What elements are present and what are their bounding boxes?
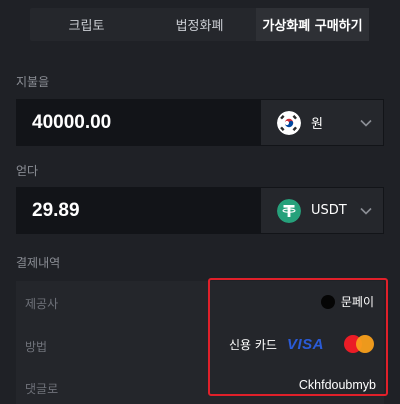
payment-details-title: 결제내역: [16, 256, 61, 270]
comment-label: 댓글로: [25, 382, 59, 396]
tab-crypto[interactable]: 크립토: [30, 8, 143, 41]
tether-icon: [277, 198, 301, 223]
pay-currency-code: 원: [311, 117, 323, 132]
chevron-down-icon: [355, 119, 377, 127]
receive-currency-select[interactable]: USDT: [261, 188, 383, 233]
pay-currency-select[interactable]: 원: [261, 100, 383, 145]
pay-input-row: 40000.00 원: [16, 99, 384, 146]
receive-input-row: 29.89 USDT: [16, 187, 384, 234]
tab-fiat[interactable]: 법정화폐: [143, 8, 256, 41]
receive-currency-code: USDT: [311, 203, 347, 218]
receive-amount-input[interactable]: 29.89: [16, 187, 261, 234]
receive-label: 얻다: [16, 164, 39, 178]
south-korea-flag-icon: [277, 110, 301, 135]
tab-buy-crypto[interactable]: 가상화폐 구매하기: [256, 8, 369, 41]
method-label: 방법: [25, 340, 48, 354]
provider-label: 제공사: [25, 297, 59, 311]
chevron-down-icon: [355, 207, 377, 215]
tab-bar: 크립토 법정화폐 가상화폐 구매하기: [30, 8, 369, 41]
pay-amount-input[interactable]: 40000.00: [16, 99, 261, 146]
pay-label: 지불을: [16, 75, 50, 89]
highlight-box: [208, 278, 388, 396]
